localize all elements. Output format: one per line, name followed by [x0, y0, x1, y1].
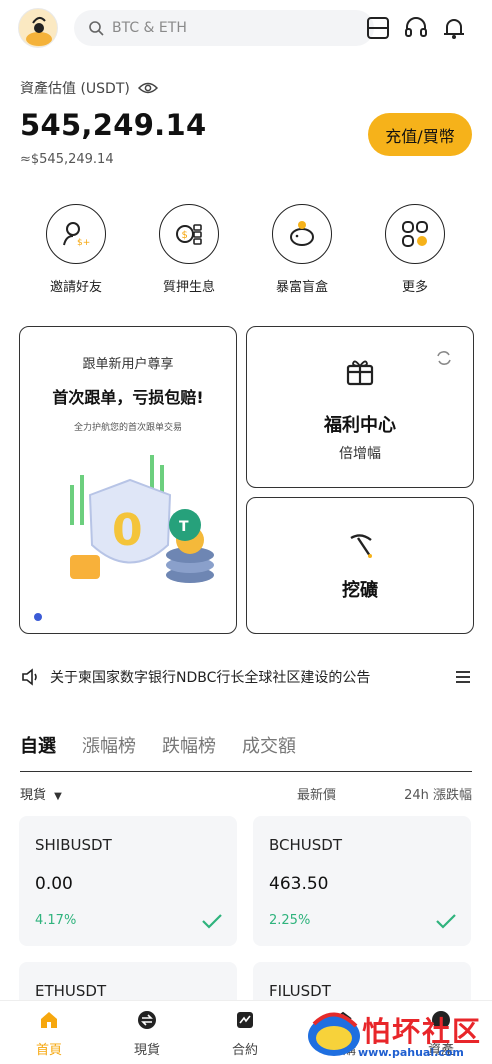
quick-action-blindbox[interactable]: 暴富盲盒: [257, 204, 347, 295]
piggy-bank-icon: [290, 221, 314, 246]
tab-favorites[interactable]: 自選: [20, 732, 56, 771]
nav-label: 合約: [231, 1043, 258, 1058]
list-menu-icon[interactable]: [454, 669, 472, 685]
support-button[interactable]: [400, 12, 432, 44]
banner-line1: 跟单新用户尊享: [82, 357, 174, 372]
ticker-change: 2.25%: [269, 913, 311, 928]
quick-action-staking[interactable]: $ 質押生息: [144, 204, 234, 295]
invite-icon: $+: [63, 222, 90, 248]
ticker-symbol: ETHUSDT: [35, 982, 107, 1000]
market-type-label: 現貨: [20, 788, 47, 803]
exchange-icon: [138, 1011, 156, 1029]
ticker-symbol: BCHUSDT: [269, 836, 342, 854]
contract-icon: [237, 1012, 253, 1028]
welfare-center-card[interactable]: 福利中心 倍增幅: [246, 326, 474, 488]
more-grid-icon: [402, 221, 428, 247]
nav-home[interactable]: 首頁: [14, 1009, 84, 1058]
banner-line2: 首次跟单，亏损包赔!: [52, 388, 204, 407]
tab-losers[interactable]: 跌幅榜: [162, 732, 216, 771]
quick-action-label: 邀請好友: [49, 280, 102, 295]
balance-label: 資產估值 (USDT): [20, 81, 130, 97]
caret-down-icon: ▼: [54, 791, 62, 802]
scan-icon: [367, 17, 389, 39]
bell-icon: [444, 19, 464, 39]
search-icon: [89, 21, 104, 36]
copytrade-banner[interactable]: 跟单新用户尊享 首次跟单，亏损包赔! 全力护航您的首次跟单交易 0 T: [19, 326, 237, 634]
welfare-subtitle: 倍增幅: [339, 446, 381, 462]
ticker-card[interactable]: SHIBUSDT 0.00 4.17%: [19, 816, 237, 946]
nav-spot[interactable]: 現貨: [112, 1009, 182, 1058]
ticker-symbol: SHIBUSDT: [35, 836, 112, 854]
search-input[interactable]: [112, 20, 342, 36]
carousel-dot[interactable]: [34, 613, 42, 621]
nav-futures[interactable]: 合約: [210, 1009, 280, 1058]
pickaxe-icon: [350, 534, 372, 558]
svg-text:$: $: [182, 230, 188, 241]
mining-card[interactable]: 挖礦: [246, 497, 474, 634]
staking-icon: $: [176, 224, 202, 245]
svg-text:0: 0: [112, 505, 143, 556]
speaker-icon: [22, 668, 37, 686]
ticker-card[interactable]: BCHUSDT 463.50 2.25%: [253, 816, 471, 946]
market-tabs: 自選 漲幅榜 跌幅榜 成交額: [20, 732, 472, 772]
watermark: 怕坏社区 www.pahuai.com: [300, 1004, 492, 1064]
watermark-logo-icon: [308, 1012, 360, 1056]
market-type-select[interactable]: 現貨 ▼: [20, 784, 62, 803]
nav-label: 現貨: [133, 1043, 160, 1058]
latest-price-header: 最新價: [297, 788, 337, 803]
balance-value: 545,249.14: [20, 108, 207, 142]
ticker-price: 0.00: [35, 874, 73, 894]
balance-approx: ≈$545,249.14: [20, 152, 114, 167]
svg-text:T: T: [179, 519, 189, 535]
home-icon: [41, 1012, 57, 1028]
quick-action-more[interactable]: 更多: [370, 204, 460, 295]
headset-icon: [405, 17, 427, 37]
ticker-change: 4.17%: [35, 913, 77, 928]
recharge-button[interactable]: 充值/買幣: [368, 113, 472, 156]
refresh-icon[interactable]: [435, 349, 453, 367]
quick-action-label: 更多: [401, 280, 428, 295]
ticker-symbol: FILUSDT: [269, 982, 331, 1000]
avatar[interactable]: [18, 8, 58, 48]
top-header: [18, 8, 474, 48]
announcement-bar[interactable]: 关于柬国家数字银行NDBC行长全球社区建设的公告: [20, 662, 472, 692]
quick-action-circle: $+: [46, 204, 106, 264]
welfare-title: 福利中心: [324, 415, 396, 436]
svg-text:$+: $+: [77, 238, 90, 248]
quick-action-circle: [385, 204, 445, 264]
gift-icon: [346, 360, 374, 386]
quick-action-invite[interactable]: $+ 邀請好友: [31, 204, 121, 295]
checkmark-icon: [436, 914, 456, 929]
tab-gainers[interactable]: 漲幅榜: [82, 732, 136, 771]
avatar-icon: [26, 17, 52, 46]
change-header: 24h 漲跌幅: [404, 788, 472, 803]
column-header: 現貨 ▼ 最新價 24h 漲跌幅: [20, 784, 472, 806]
announcement-text: 关于柬国家数字银行NDBC行长全球社区建设的公告: [50, 670, 371, 686]
scan-button[interactable]: [362, 12, 394, 44]
checkmark-icon: [202, 914, 222, 929]
nav-label: 首頁: [35, 1043, 62, 1058]
quick-action-label: 質押生息: [162, 280, 215, 295]
balance-label-row: 資產估值 (USDT): [20, 78, 158, 98]
banner-illustration: 0 T: [70, 455, 214, 583]
notifications-button[interactable]: [438, 12, 470, 44]
ticker-price: 463.50: [269, 874, 329, 894]
quick-action-circle: $: [159, 204, 219, 264]
banner-line3: 全力护航您的首次跟单交易: [73, 423, 182, 433]
eye-icon[interactable]: [137, 81, 158, 95]
watermark-text: 怕坏社区: [362, 1015, 483, 1048]
mining-title: 挖礦: [342, 580, 378, 601]
search-bar[interactable]: [74, 10, 374, 46]
watermark-url: www.pahuai.com: [358, 1046, 464, 1059]
quick-action-label: 暴富盲盒: [275, 280, 328, 295]
quick-action-circle: [272, 204, 332, 264]
tab-volume[interactable]: 成交額: [242, 732, 296, 771]
